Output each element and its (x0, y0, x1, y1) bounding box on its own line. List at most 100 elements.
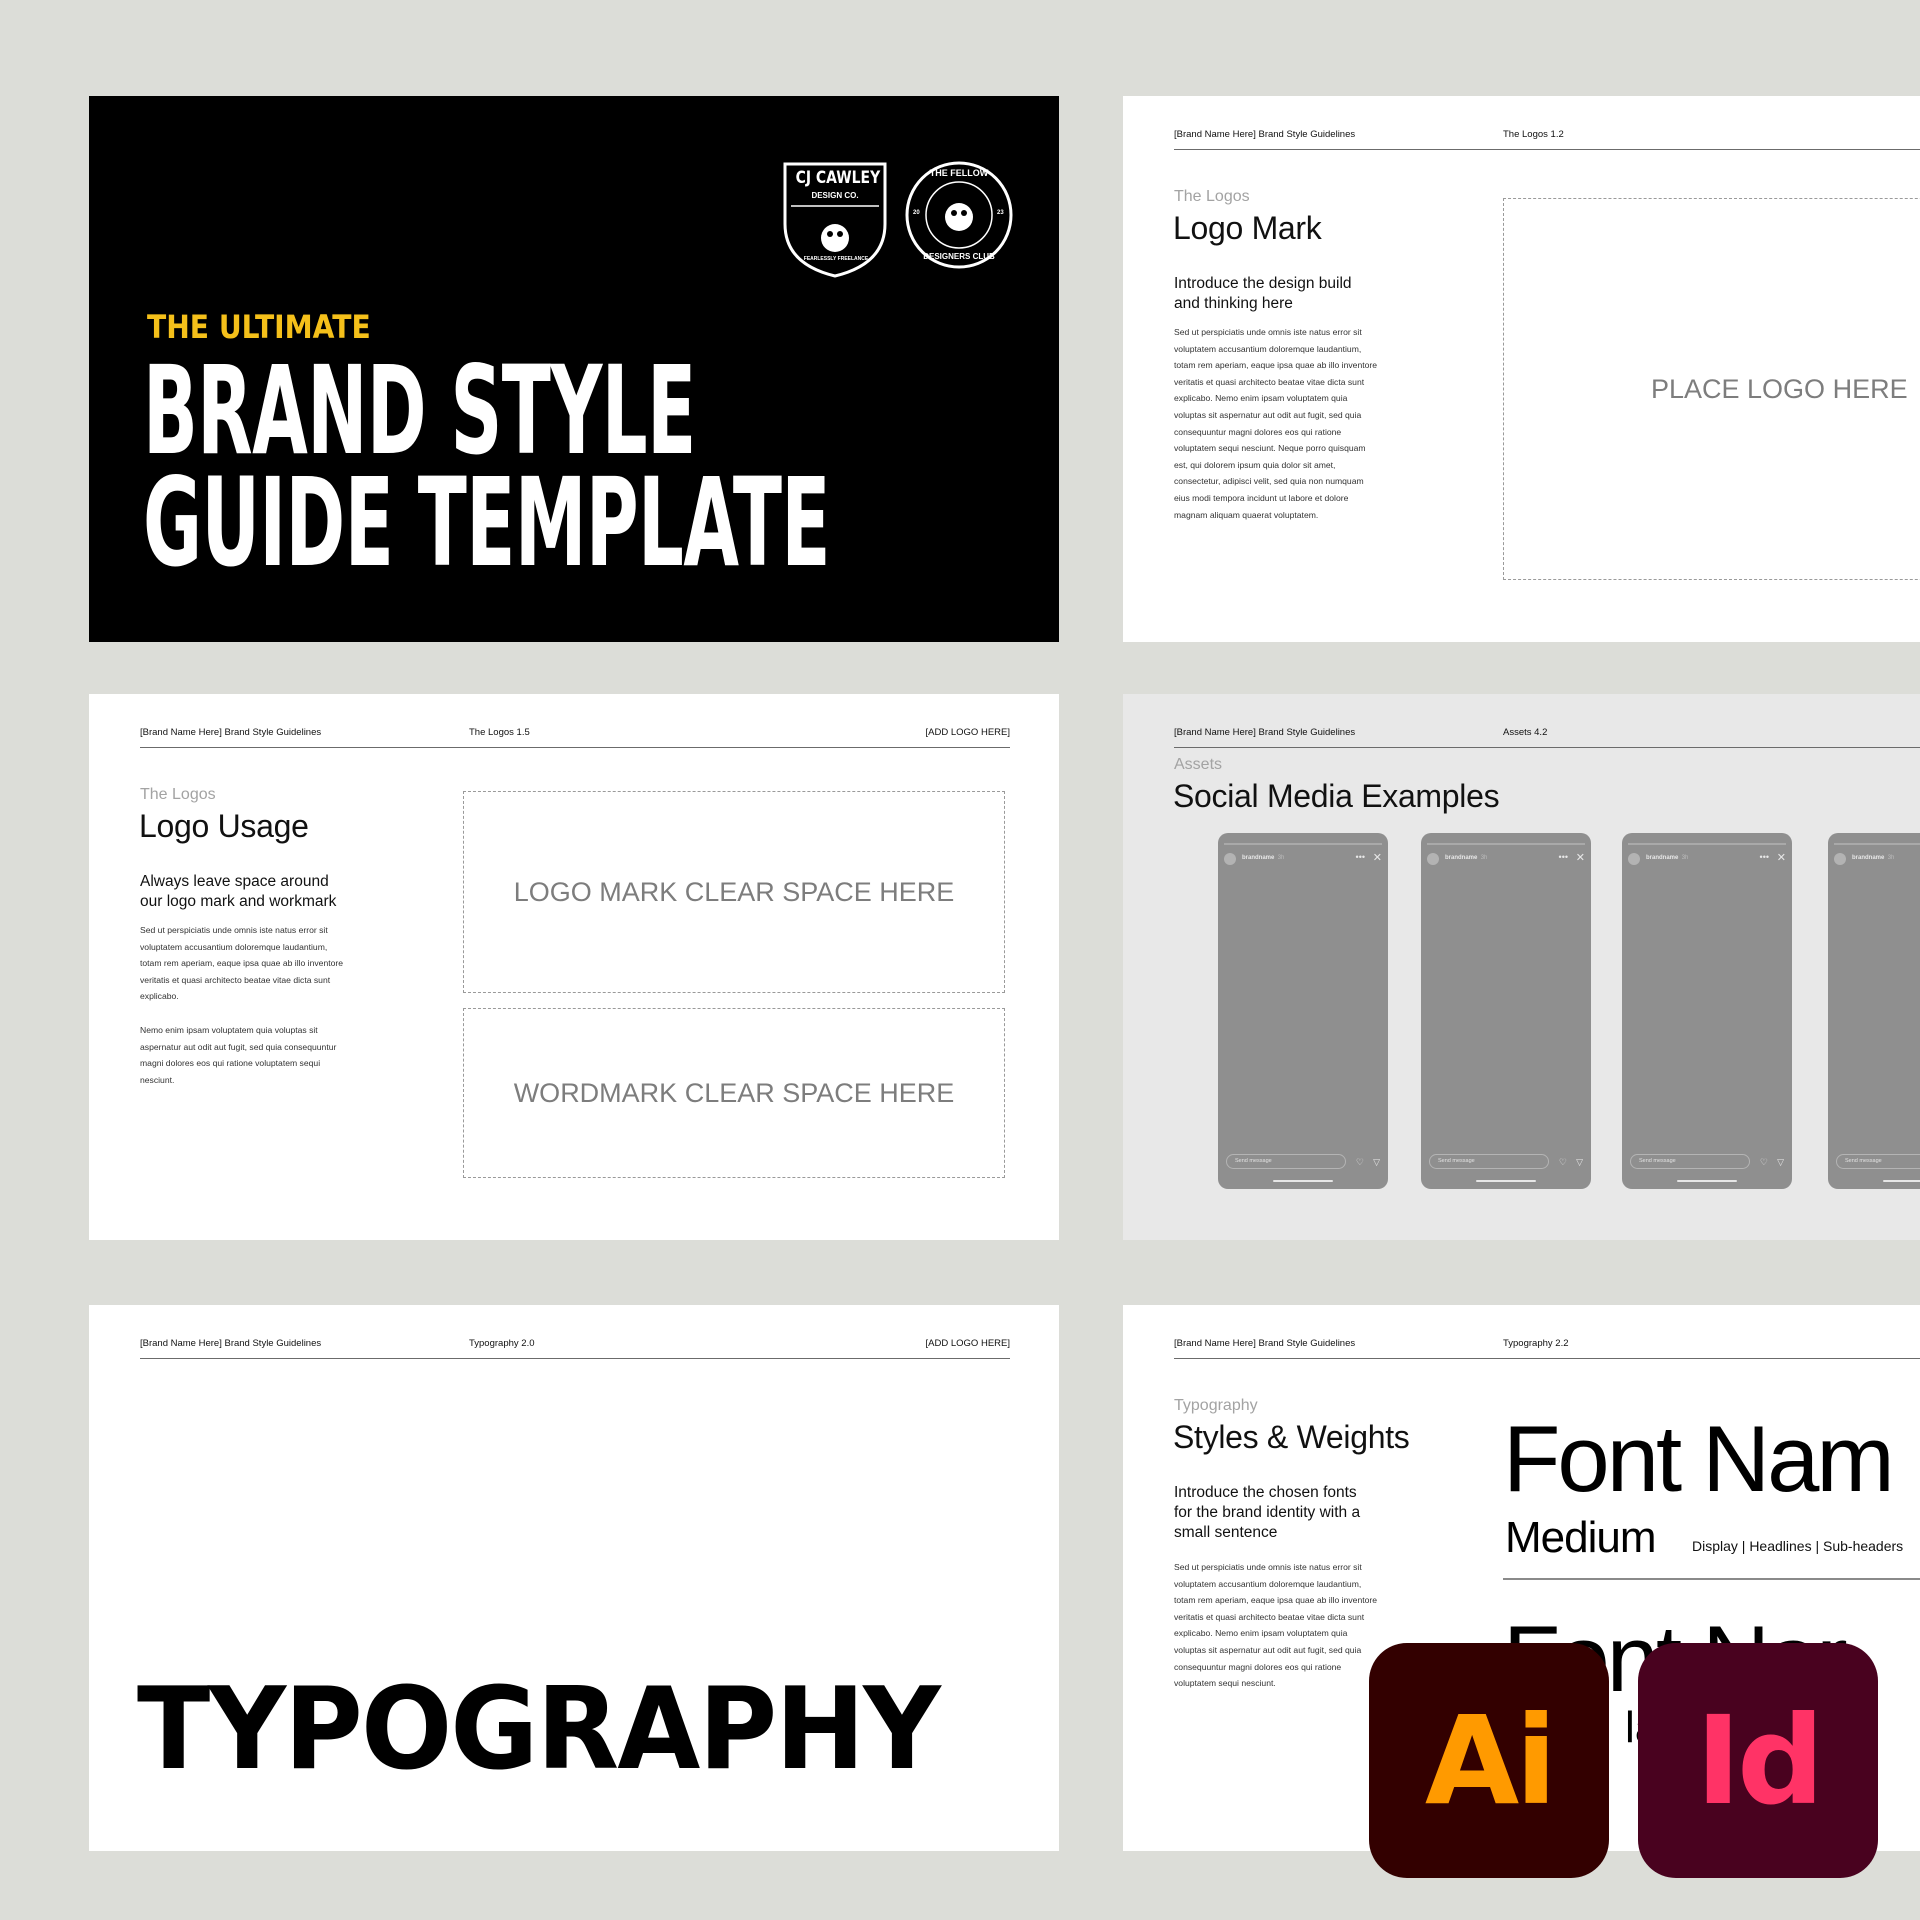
message-input[interactable]: Send message (1226, 1154, 1346, 1169)
text-line: aspernatur aut odit aut fugit, sed quia … (140, 1041, 337, 1052)
heart-icon[interactable]: ♡ (1559, 1157, 1567, 1168)
text-line: totam rem aperiam, eaque ipsa quae ab il… (1174, 1595, 1378, 1606)
logo-usage-slide: [Brand Name Here] Brand Style Guidelines… (89, 694, 1059, 1240)
intro-text: Introduce the chosen fonts for the brand … (1174, 1483, 1360, 1543)
intro-line: Introduce the design build (1174, 275, 1352, 292)
logo-placeholder: PLACE LOGO HERE (1503, 198, 1920, 580)
text-line: Sed ut perspiciatis unde omnis iste natu… (140, 925, 328, 935)
text-line: Sed ut perspiciatis unde omnis iste natu… (1174, 1562, 1362, 1572)
send-icon[interactable]: ▽ (1777, 1157, 1784, 1168)
text-line: Introduce the chosen fonts (1174, 1484, 1357, 1501)
intro-line: our logo mark and workmark (140, 893, 337, 910)
section-eyebrow: The Logos (140, 786, 216, 803)
indesign-label: Id (1695, 1689, 1825, 1832)
phone-story-mockup: brandname 3h ••• ✕ Send message ♡ ▽ (1421, 833, 1591, 1189)
badge-year-right: 23 (997, 210, 1004, 216)
slide-header: [Brand Name Here] Brand Style Guidelines… (1174, 726, 1920, 748)
text-line: small sentence (1174, 1524, 1278, 1541)
story-username: brandname 3h (1445, 855, 1488, 861)
story-username: brandname 3h (1646, 855, 1689, 861)
body-text: Sed ut perspiciatis unde omnis iste natu… (1174, 324, 1377, 523)
text-line: for the brand identity with a (1174, 1504, 1361, 1521)
text-line: magni dolores eos qui ratione voluptatem… (140, 1058, 321, 1069)
home-indicator (1883, 1179, 1920, 1182)
logo-mark-clear-space: LOGO MARK CLEAR SPACE HERE (463, 791, 1005, 993)
header-section: Typography 2.2 (1503, 1338, 1569, 1349)
header-section: The Logos 1.5 (469, 727, 530, 738)
slide-header: [Brand Name Here] Brand Style Guidelines… (140, 726, 1010, 748)
story-header: brandname 3h ••• ✕ (1628, 851, 1786, 865)
cj-cawley-badge: CJ CAWLEY DESIGN CO. FEARLESSLY FREELANC… (781, 160, 889, 280)
send-icon[interactable]: ▽ (1373, 1157, 1380, 1168)
close-icon[interactable]: ✕ (1777, 851, 1786, 865)
close-icon[interactable]: ✕ (1373, 851, 1382, 865)
illustrator-label: Ai (1424, 1689, 1557, 1832)
heart-icon[interactable]: ♡ (1356, 1157, 1364, 1168)
message-input[interactable]: Send message (1429, 1154, 1549, 1169)
text-line: voluptas sit aspernatur aut odit aut fug… (1174, 1644, 1362, 1655)
social-media-slide: [Brand Name Here] Brand Style Guidelines… (1123, 694, 1920, 1240)
body-text: Sed ut perspiciatis unde omnis iste natu… (1174, 1559, 1377, 1692)
story-header: brandname 3h ••• ✕ (1427, 851, 1585, 865)
more-icon[interactable]: ••• (1559, 851, 1568, 863)
intro-text: Always leave space around our logo mark … (140, 872, 336, 912)
phone-story-mockup: brandname 3h•••✕Send message♡▽ (1218, 833, 1388, 1189)
home-indicator (1677, 1179, 1737, 1182)
header-brand: [Brand Name Here] Brand Style Guidelines (140, 1338, 322, 1349)
font-weight-1: Medium (1505, 1513, 1656, 1562)
header-brand: [Brand Name Here] Brand Style Guidelines (1174, 727, 1356, 738)
badge-title: CJ CAWLEY (795, 168, 881, 188)
text-line: voluptatem sequi nesciunt. (1174, 1678, 1276, 1689)
font-usage-1: Display | Headlines | Sub-headers (1692, 1538, 1904, 1554)
typography-slide: [Brand Name Here] Brand Style Guidelines… (89, 1305, 1059, 1851)
header-brand: [Brand Name Here] Brand Style Guidelines (1174, 129, 1356, 140)
text-line: voluptas sit aspernatur aut odit aut fug… (1174, 409, 1362, 420)
intro-line: and thinking here (1174, 295, 1293, 312)
header-brand: [Brand Name Here] Brand Style Guidelines (1174, 1338, 1356, 1349)
more-icon[interactable]: ••• (1356, 851, 1365, 863)
message-input[interactable]: Send message (1836, 1154, 1920, 1169)
text-line: explicabo. Nemo enim ipsam voluptatem qu… (1174, 1628, 1348, 1639)
home-indicator (1476, 1179, 1536, 1182)
phone-story-mockup: brandname 3h ••• ✕ Send message ♡ ▽ (1622, 833, 1792, 1189)
header-brand: [Brand Name Here] Brand Style Guidelines (140, 727, 322, 738)
heart-icon[interactable]: ♡ (1760, 1157, 1768, 1168)
send-icon[interactable]: ▽ (1576, 1157, 1583, 1168)
slide-title: Logo Usage (139, 808, 309, 844)
text-line: magnam aliquam quaerat voluptatem. (1174, 509, 1319, 520)
badge-subtitle: DESIGN CO. (811, 191, 859, 200)
wordmark-clear-space: WORDMARK CLEAR SPACE HERE (463, 1008, 1005, 1178)
story-header: brandname 3h•••✕ (1834, 851, 1920, 865)
text-line: veritatis et quasi architecto beatae vit… (1174, 376, 1365, 387)
text-line: veritatis et quasi architecto beatae vit… (1174, 1611, 1365, 1622)
header-section: Assets 4.2 (1503, 727, 1548, 738)
avatar (1427, 853, 1439, 865)
text-line: veritatis et quasi architecto beatae vit… (140, 974, 331, 985)
story-progress-bar (1628, 843, 1786, 845)
text-line: totam rem aperiam, eaque ipsa quae ab il… (140, 958, 344, 969)
story-header: brandname 3h•••✕ (1224, 851, 1382, 865)
avatar (1224, 853, 1236, 865)
slide-title: Styles & Weights (1173, 1419, 1410, 1455)
close-icon[interactable]: ✕ (1576, 851, 1585, 865)
text-line: voluptatem accusantium doloremque laudan… (140, 941, 328, 952)
header-logo-slot: [ADD LOGO HERE] (925, 1338, 1010, 1349)
message-input[interactable]: Send message (1630, 1154, 1750, 1169)
illustrator-icon: Ai (1369, 1643, 1609, 1878)
fellow-designers-badge: THE FELLOW DESIGNERS CLUB 20 23 (904, 160, 1014, 270)
indesign-icon: Id (1638, 1643, 1878, 1878)
phone-story-mockup: brandname 3h•••✕Send message♡▽ (1828, 833, 1920, 1189)
avatar (1628, 853, 1640, 865)
text-line: explicabo. (140, 991, 179, 1002)
text-line: Sed ut perspiciatis unde omnis iste natu… (1174, 327, 1362, 337)
story-progress-bar (1224, 843, 1382, 845)
placeholder-label: PLACE LOGO HERE (1651, 373, 1908, 404)
slide-header: [Brand Name Here] Brand Style Guidelines… (1174, 128, 1920, 150)
badge-year-left: 20 (913, 210, 920, 216)
text-line: voluptatem sequi nesciunt. Neque porro q… (1174, 443, 1366, 454)
logo-mark-slide: [Brand Name Here] Brand Style Guidelines… (1123, 96, 1920, 642)
story-progress-bar (1427, 843, 1585, 845)
cover-title-line1: BRAND STYLE (143, 340, 696, 482)
more-icon[interactable]: ••• (1760, 851, 1769, 863)
avatar (1834, 853, 1846, 865)
